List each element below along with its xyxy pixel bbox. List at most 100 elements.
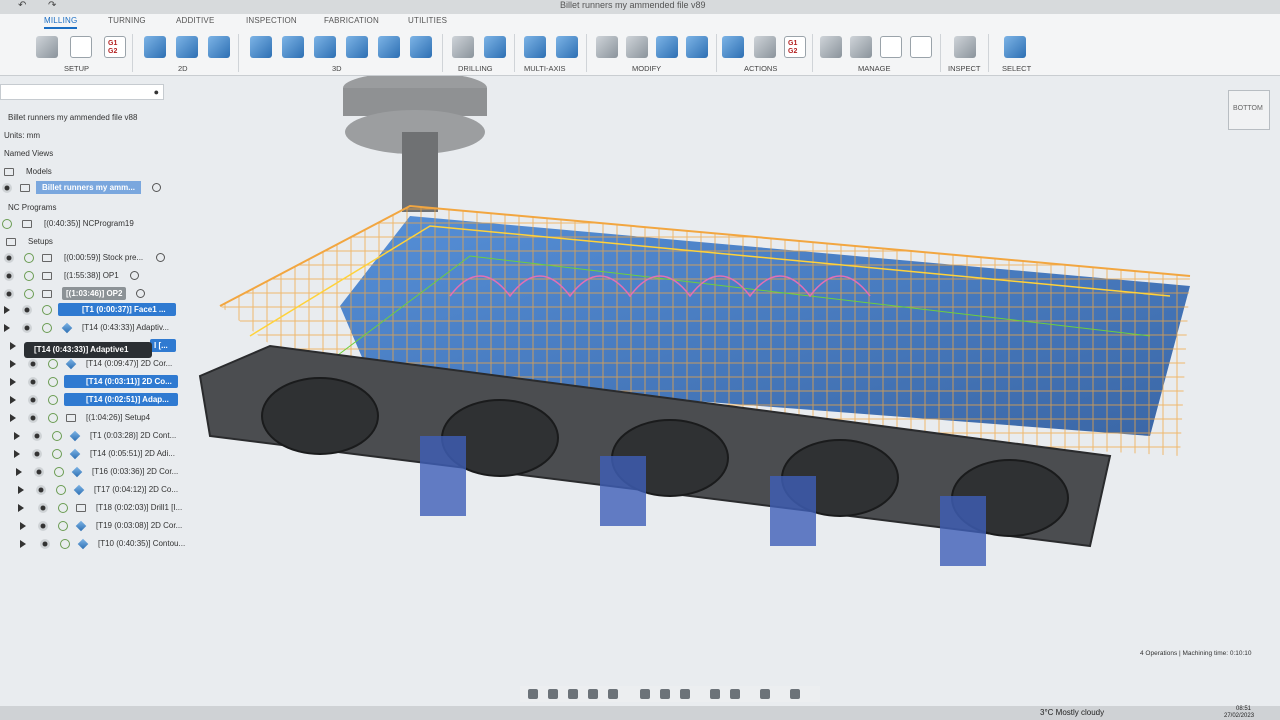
radio-icon[interactable] <box>136 289 145 298</box>
visibility-eye-icon[interactable] <box>22 305 32 315</box>
visibility-eye-icon[interactable] <box>36 485 46 495</box>
scallop-icon[interactable] <box>378 36 400 58</box>
group-3d[interactable]: 3D <box>332 64 342 73</box>
contour-3d-icon[interactable] <box>410 36 432 58</box>
select-cursor-icon[interactable] <box>1004 36 1026 58</box>
look-at-icon[interactable] <box>548 689 558 699</box>
multi-axis-contour-icon[interactable] <box>556 36 578 58</box>
expand-icon[interactable] <box>10 396 16 404</box>
tree-item[interactable]: [(1:03:46)] OP2 <box>2 286 182 302</box>
visibility-eye-icon[interactable] <box>32 431 42 441</box>
expand-icon[interactable] <box>4 306 10 314</box>
visibility-eye-icon[interactable] <box>4 271 14 281</box>
radio-icon[interactable] <box>156 253 165 262</box>
2d-adaptive-icon[interactable] <box>144 36 166 58</box>
measure-icon[interactable] <box>954 36 976 58</box>
visibility-eye-icon[interactable] <box>4 253 14 263</box>
drill-icon[interactable] <box>452 36 474 58</box>
tree-item[interactable]: [(1:04:26)] Setup4 <box>2 410 182 426</box>
expand-icon[interactable] <box>10 360 16 368</box>
tree-item[interactable]: [T14 (0:43:33)] Adaptiv... <box>2 320 182 336</box>
browser-search-input[interactable]: ● <box>0 84 164 100</box>
new-folder-icon[interactable] <box>36 36 58 58</box>
pan-hand-icon[interactable] <box>568 689 578 699</box>
g1g2-actions-icon[interactable]: G1 G2 <box>784 36 806 58</box>
viewports-icon[interactable] <box>680 689 690 699</box>
tab-fabrication[interactable]: FABRICATION <box>324 16 379 25</box>
group-setup[interactable]: SETUP <box>64 64 89 73</box>
group-modify[interactable]: MODIFY <box>632 64 661 73</box>
visibility-eye-icon[interactable] <box>22 323 32 333</box>
tree-item[interactable]: [T10 (0:40:35)] Contou... <box>2 536 185 552</box>
post-icon[interactable] <box>754 36 776 58</box>
zoom-window-icon[interactable] <box>608 689 618 699</box>
visibility-eye-icon[interactable] <box>28 359 38 369</box>
section-icon[interactable] <box>790 689 800 699</box>
scissors-icon[interactable] <box>596 36 618 58</box>
3d-adaptive-icon[interactable] <box>250 36 272 58</box>
toolpath-display-icon[interactable] <box>760 689 770 699</box>
tree-item[interactable]: [T17 (0:04:12)] 2D Co... <box>2 482 182 498</box>
swarf-icon[interactable] <box>524 36 546 58</box>
machine-library-icon[interactable] <box>850 36 872 58</box>
pattern-icon[interactable] <box>686 36 708 58</box>
2d-pocket-icon[interactable] <box>176 36 198 58</box>
visibility-eye-icon[interactable] <box>34 467 44 477</box>
group-actions[interactable]: ACTIONS <box>744 64 777 73</box>
tree-item[interactable]: [(0:00:59)] Stock pre... <box>2 250 182 266</box>
regenerate-icon[interactable] <box>656 36 678 58</box>
stock-display-icon[interactable] <box>730 689 740 699</box>
tree-item[interactable]: [T14 (0:09:47)] 2D Cor... <box>2 356 182 372</box>
expand-icon[interactable] <box>4 324 10 332</box>
tab-turning[interactable]: TURNING <box>108 16 146 25</box>
tab-additive[interactable]: ADDITIVE <box>176 16 215 25</box>
visibility-eye-icon[interactable] <box>2 183 12 193</box>
tree-item[interactable]: [(1:55:38)] OP1 <box>2 268 182 284</box>
expand-icon[interactable] <box>14 432 20 440</box>
simulation-icon[interactable] <box>710 689 720 699</box>
tool-library-icon[interactable] <box>820 36 842 58</box>
steep-shallow-icon[interactable] <box>314 36 336 58</box>
hole-recognition-icon[interactable] <box>484 36 506 58</box>
expand-icon[interactable] <box>18 504 24 512</box>
expand-icon[interactable] <box>14 450 20 458</box>
group-2d[interactable]: 2D <box>178 64 188 73</box>
face-icon[interactable] <box>208 36 230 58</box>
expand-icon[interactable] <box>20 522 26 530</box>
weather-widget[interactable]: 3°C Mostly cloudy <box>1040 708 1104 717</box>
tree-item[interactable]: [T19 (0:03:08)] 2D Cor... <box>2 518 182 534</box>
group-drilling[interactable]: DRILLING <box>458 64 493 73</box>
tab-inspection[interactable]: INSPECTION <box>246 16 297 25</box>
visibility-eye-icon[interactable] <box>40 539 50 549</box>
simulate-icon[interactable] <box>722 36 744 58</box>
radio-icon[interactable] <box>130 271 139 280</box>
display-settings-icon[interactable] <box>640 689 650 699</box>
parallel-icon[interactable] <box>346 36 368 58</box>
tree-item[interactable]: [T18 (0:02:03)] Drill1 [I... <box>2 500 182 516</box>
group-select[interactable]: SELECT <box>1002 64 1031 73</box>
expand-icon[interactable] <box>10 414 16 422</box>
visibility-eye-icon[interactable] <box>38 521 48 531</box>
pocket-clearing-icon[interactable] <box>282 36 304 58</box>
orbit-icon[interactable] <box>528 689 538 699</box>
delete-icon[interactable] <box>626 36 648 58</box>
tree-item[interactable]: [T14 (0:05:51)] 2D Adi... <box>2 446 182 462</box>
undo-icon[interactable]: ↶ <box>18 0 26 11</box>
3d-viewport[interactable] <box>190 76 1280 646</box>
tree-item[interactable]: [T14 (0:03:11)] 2D Co... <box>2 374 182 390</box>
visibility-eye-icon[interactable] <box>32 449 42 459</box>
expand-icon[interactable] <box>16 468 22 476</box>
clock-date[interactable]: 27/02/2023 <box>1224 713 1254 719</box>
visibility-eye-icon[interactable] <box>28 413 38 423</box>
activate-radio-icon[interactable] <box>152 183 161 192</box>
group-multi-axis[interactable]: MULTI-AXIS <box>524 64 566 73</box>
visibility-eye-icon[interactable] <box>28 395 38 405</box>
grid-icon[interactable] <box>660 689 670 699</box>
expand-icon[interactable] <box>20 540 26 548</box>
redo-icon[interactable]: ↷ <box>48 0 56 11</box>
model-item-row[interactable]: Billet runners my amm... <box>2 180 172 196</box>
tab-milling[interactable]: MILLING <box>44 16 78 29</box>
expand-icon[interactable] <box>10 378 16 386</box>
post-library-icon[interactable] <box>910 36 932 58</box>
tree-item[interactable]: [T1 (0:03:28)] 2D Cont... <box>2 428 182 444</box>
